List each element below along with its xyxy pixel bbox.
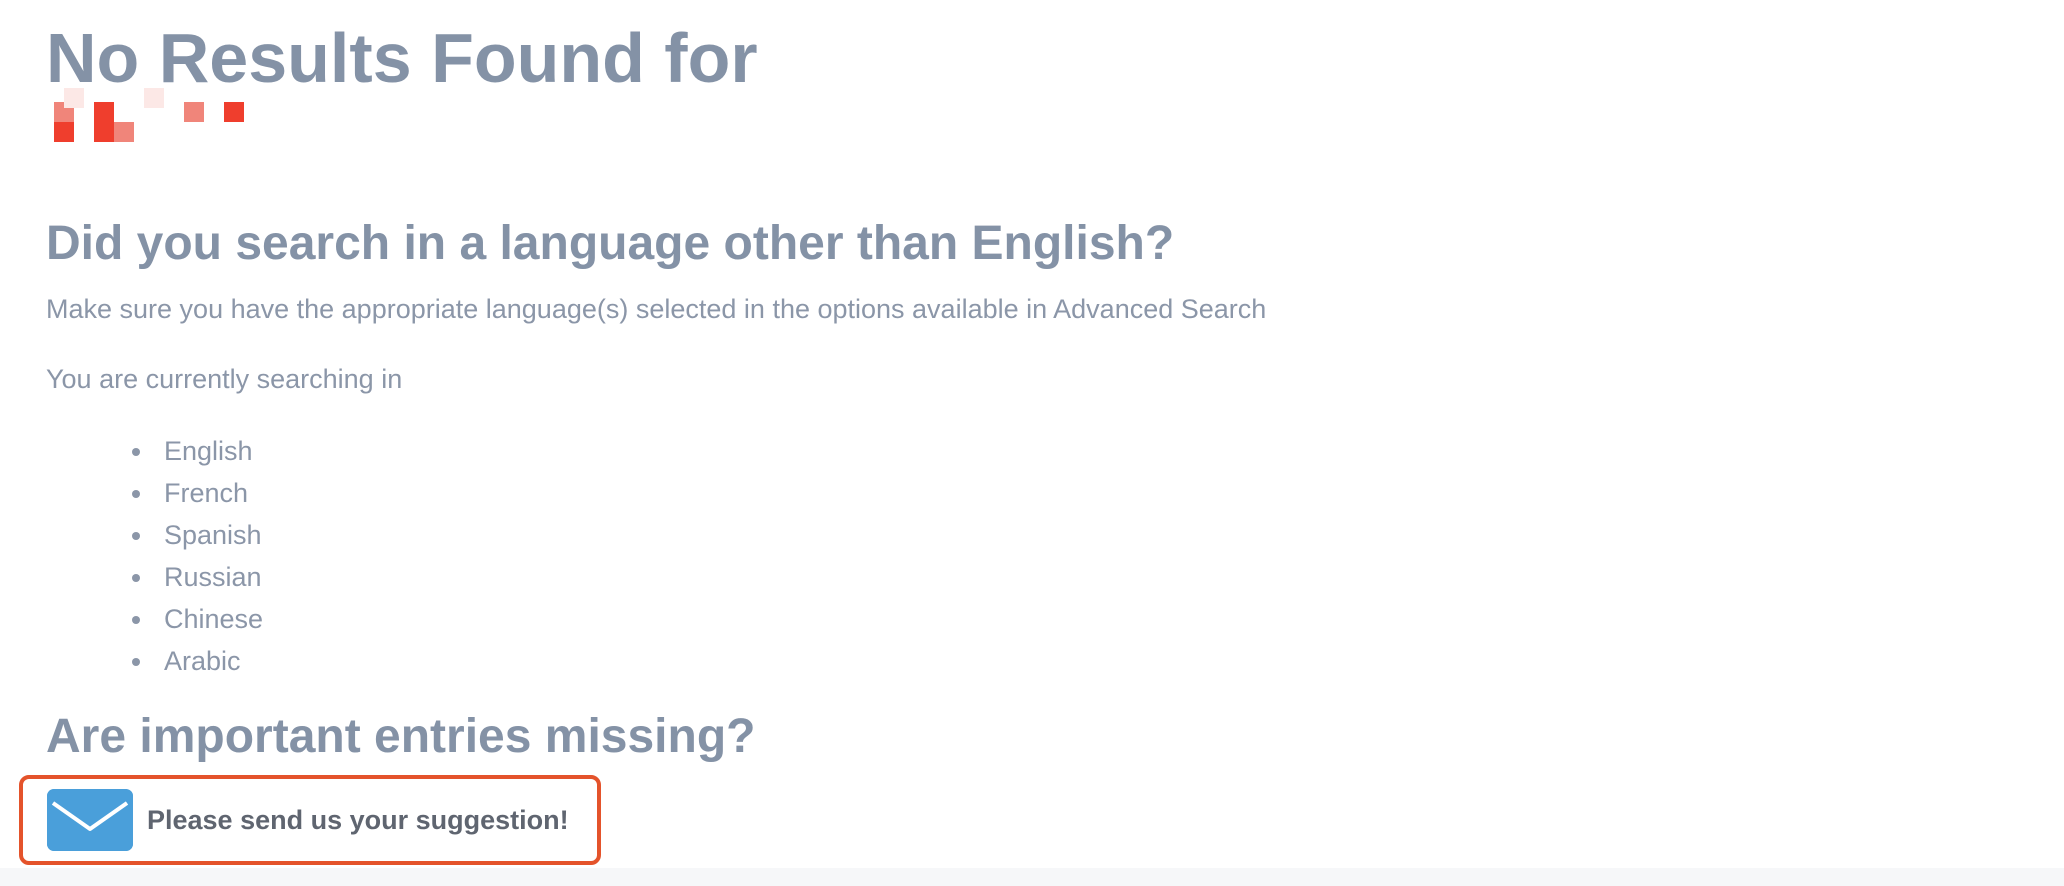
redaction-pixel (144, 88, 164, 108)
bullet-icon (132, 574, 140, 582)
language-item: Russian (132, 556, 263, 598)
redaction-pixel (114, 122, 134, 142)
redaction-pixel (224, 102, 244, 122)
bullet-icon (132, 448, 140, 456)
missing-entries-heading: Are important entries missing? (46, 710, 756, 763)
language-list: English French Spanish Russian Chinese A… (132, 430, 263, 682)
redaction-pixel (184, 102, 204, 122)
envelope-icon (47, 789, 133, 851)
bullet-icon (132, 658, 140, 666)
redaction-pixel (54, 122, 74, 142)
footer-strip (0, 868, 2064, 886)
language-heading: Did you search in a language other than … (46, 217, 1175, 270)
redaction-pixel (94, 102, 114, 122)
advanced-search-hint: Make sure you have the appropriate langu… (46, 294, 1267, 324)
bullet-icon (132, 532, 140, 540)
redaction-pixel (94, 122, 114, 142)
redaction-pixel (64, 88, 84, 108)
page-title: No Results Found for (46, 19, 758, 97)
current-languages-label: You are currently searching in (46, 364, 403, 394)
suggestion-label: Please send us your suggestion! (147, 804, 569, 835)
language-item: English (132, 430, 263, 472)
language-item: Chinese (132, 598, 263, 640)
redacted-query-term (54, 88, 294, 166)
language-item: French (132, 472, 263, 514)
send-suggestion-link[interactable]: Please send us your suggestion! (19, 775, 601, 865)
language-item: Arabic (132, 640, 263, 682)
bullet-icon (132, 490, 140, 498)
bullet-icon (132, 616, 140, 624)
language-item: Spanish (132, 514, 263, 556)
